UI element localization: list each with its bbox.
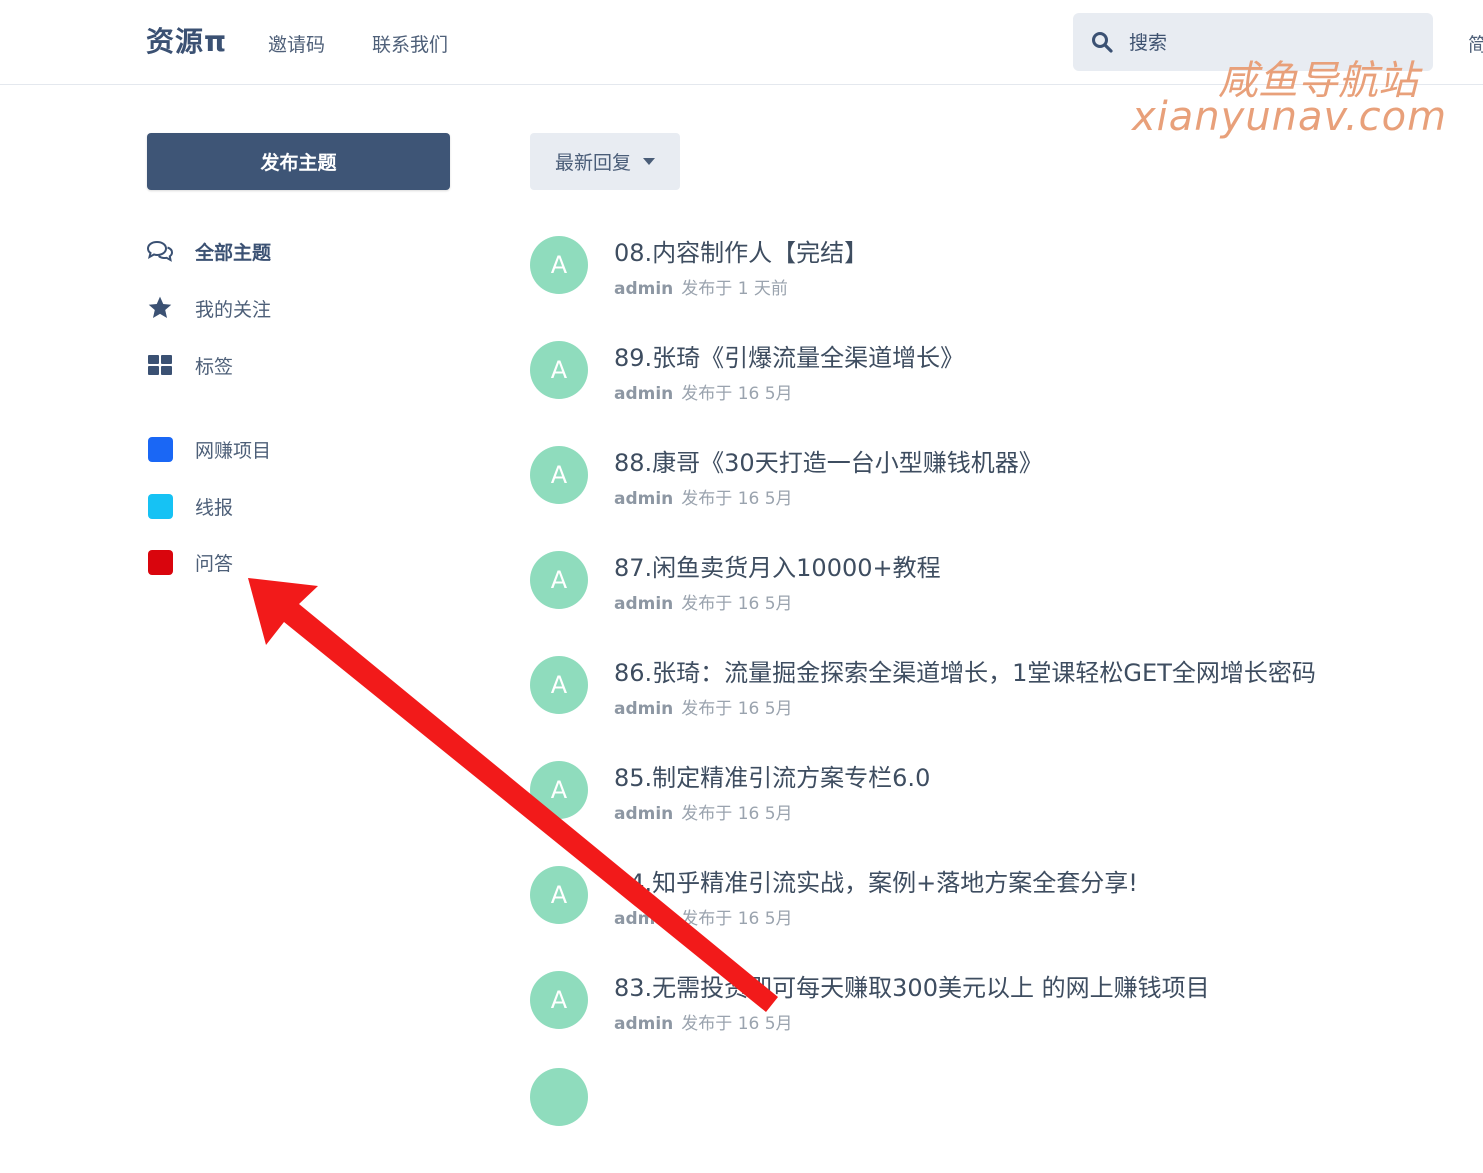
sidebar-item-label: 我的关注 bbox=[195, 298, 272, 321]
sidebar-item-label: 标签 bbox=[195, 355, 234, 378]
thread-author[interactable]: admin bbox=[614, 279, 673, 299]
thread-item[interactable]: A 85.制定精准引流方案专栏6.0 admin 发布于 16 5月 bbox=[530, 753, 1430, 858]
sidebar-item-my-follows[interactable]: 我的关注 bbox=[146, 293, 271, 323]
nav-overflow-link[interactable]: 简 bbox=[1468, 30, 1483, 57]
avatar[interactable]: A bbox=[530, 866, 588, 924]
search-icon bbox=[1092, 32, 1113, 53]
avatar[interactable]: A bbox=[530, 236, 588, 294]
avatar[interactable]: A bbox=[530, 341, 588, 399]
publish-topic-button[interactable]: 发布主题 bbox=[147, 133, 450, 190]
thread-time: 发布于 16 5月 bbox=[681, 804, 793, 824]
avatar[interactable]: A bbox=[530, 971, 588, 1029]
sidebar-item-label: 问答 bbox=[195, 552, 234, 575]
watermark-en: xianyunav.com bbox=[1132, 94, 1448, 140]
thread-meta: admin 发布于 16 5月 bbox=[614, 694, 793, 719]
thread-item[interactable]: A 84.知乎精准引流实战，案例+落地方案全套分享! admin 发布于 16 5… bbox=[530, 858, 1430, 963]
sidebar-tag-deals[interactable]: 线报 bbox=[146, 491, 233, 521]
sidebar-tag-qa[interactable]: 问答 bbox=[146, 547, 233, 577]
nav-invite-code[interactable]: 邀请码 bbox=[268, 30, 325, 57]
thread-time: 发布于 16 5月 bbox=[681, 489, 793, 509]
sidebar-tag-money-projects[interactable]: 网赚项目 bbox=[146, 434, 271, 464]
tag-color-swatch bbox=[147, 436, 173, 462]
thread-title[interactable]: 88.康哥《30天打造一台小型赚钱机器》 bbox=[614, 443, 1043, 478]
avatar[interactable]: A bbox=[530, 656, 588, 714]
tag-color-swatch bbox=[147, 493, 173, 519]
thread-author[interactable]: admin bbox=[614, 384, 673, 404]
thread-time: 发布于 16 5月 bbox=[681, 384, 793, 404]
sidebar-item-label: 网赚项目 bbox=[195, 439, 272, 462]
grid-icon bbox=[146, 351, 174, 379]
thread-meta: admin 发布于 16 5月 bbox=[614, 904, 793, 929]
thread-author[interactable]: admin bbox=[614, 489, 673, 509]
thread-title[interactable]: 89.张琦《引爆流量全渠道增长》 bbox=[614, 338, 964, 373]
thread-item[interactable]: A 86.张琦：流量掘金探索全渠道增长，1堂课轻松GET全网增长密码 admin… bbox=[530, 648, 1430, 753]
thread-meta: admin 发布于 16 5月 bbox=[614, 1009, 793, 1034]
thread-meta: admin 发布于 16 5月 bbox=[614, 589, 793, 614]
thread-item[interactable]: A 87.闲鱼卖货月入10000+教程 admin 发布于 16 5月 bbox=[530, 543, 1430, 648]
thread-author[interactable]: admin bbox=[614, 804, 673, 824]
thread-author[interactable]: admin bbox=[614, 699, 673, 719]
star-icon bbox=[146, 294, 174, 322]
thread-item[interactable]: A 88.康哥《30天打造一台小型赚钱机器》 admin 发布于 16 5月 bbox=[530, 438, 1430, 543]
thread-meta: admin 发布于 16 5月 bbox=[614, 484, 793, 509]
thread-title[interactable]: 86.张琦：流量掘金探索全渠道增长，1堂课轻松GET全网增长密码 bbox=[614, 653, 1316, 688]
sidebar-item-label: 全部主题 bbox=[195, 241, 272, 264]
thread-item[interactable]: A 08.内容制作人【完结】 admin 发布于 1 天前 bbox=[530, 228, 1430, 333]
thread-author[interactable]: admin bbox=[614, 909, 673, 929]
thread-meta: admin 发布于 16 5月 bbox=[614, 379, 793, 404]
thread-title[interactable]: 84.知乎精准引流实战，案例+落地方案全套分享! bbox=[614, 863, 1138, 898]
thread-title[interactable]: 83.无需投资即可每天赚取300美元以上 的网上赚钱项目 bbox=[614, 968, 1210, 1003]
avatar[interactable] bbox=[530, 1068, 588, 1126]
thread-time: 发布于 1 天前 bbox=[681, 279, 788, 299]
thread-meta: admin 发布于 16 5月 bbox=[614, 799, 793, 824]
sidebar-item-label: 线报 bbox=[195, 496, 234, 519]
thread-time: 发布于 16 5月 bbox=[681, 909, 793, 929]
thread-author[interactable]: admin bbox=[614, 1014, 673, 1034]
thread-title[interactable]: 08.内容制作人【完结】 bbox=[614, 233, 868, 268]
thread-time: 发布于 16 5月 bbox=[681, 699, 793, 719]
thread-item[interactable]: A 89.张琦《引爆流量全渠道增长》 admin 发布于 16 5月 bbox=[530, 333, 1430, 438]
thread-time: 发布于 16 5月 bbox=[681, 594, 793, 614]
sort-dropdown[interactable]: 最新回复 bbox=[530, 133, 680, 190]
thread-item-partial[interactable] bbox=[530, 1068, 1430, 1173]
avatar[interactable]: A bbox=[530, 551, 588, 609]
thread-time: 发布于 16 5月 bbox=[681, 1014, 793, 1034]
sidebar-item-tags[interactable]: 标签 bbox=[146, 350, 233, 380]
thread-title[interactable]: 85.制定精准引流方案专栏6.0 bbox=[614, 758, 930, 793]
sidebar-item-all-topics[interactable]: 全部主题 bbox=[146, 236, 271, 266]
nav-contact-us[interactable]: 联系我们 bbox=[372, 30, 448, 57]
thread-title[interactable]: 87.闲鱼卖货月入10000+教程 bbox=[614, 548, 941, 583]
tag-color-swatch bbox=[147, 549, 173, 575]
thread-author[interactable]: admin bbox=[614, 594, 673, 614]
chat-bubbles-icon bbox=[146, 237, 174, 265]
avatar[interactable]: A bbox=[530, 761, 588, 819]
avatar[interactable]: A bbox=[530, 446, 588, 504]
thread-meta: admin 发布于 1 天前 bbox=[614, 274, 788, 299]
caret-down-icon bbox=[643, 158, 655, 165]
thread-list: A 08.内容制作人【完结】 admin 发布于 1 天前 A 89.张琦《引爆流… bbox=[530, 228, 1430, 1173]
sort-label: 最新回复 bbox=[554, 152, 631, 174]
thread-item[interactable]: A 83.无需投资即可每天赚取300美元以上 的网上赚钱项目 admin 发布于 … bbox=[530, 963, 1430, 1068]
site-logo[interactable]: 资源π bbox=[146, 20, 227, 60]
